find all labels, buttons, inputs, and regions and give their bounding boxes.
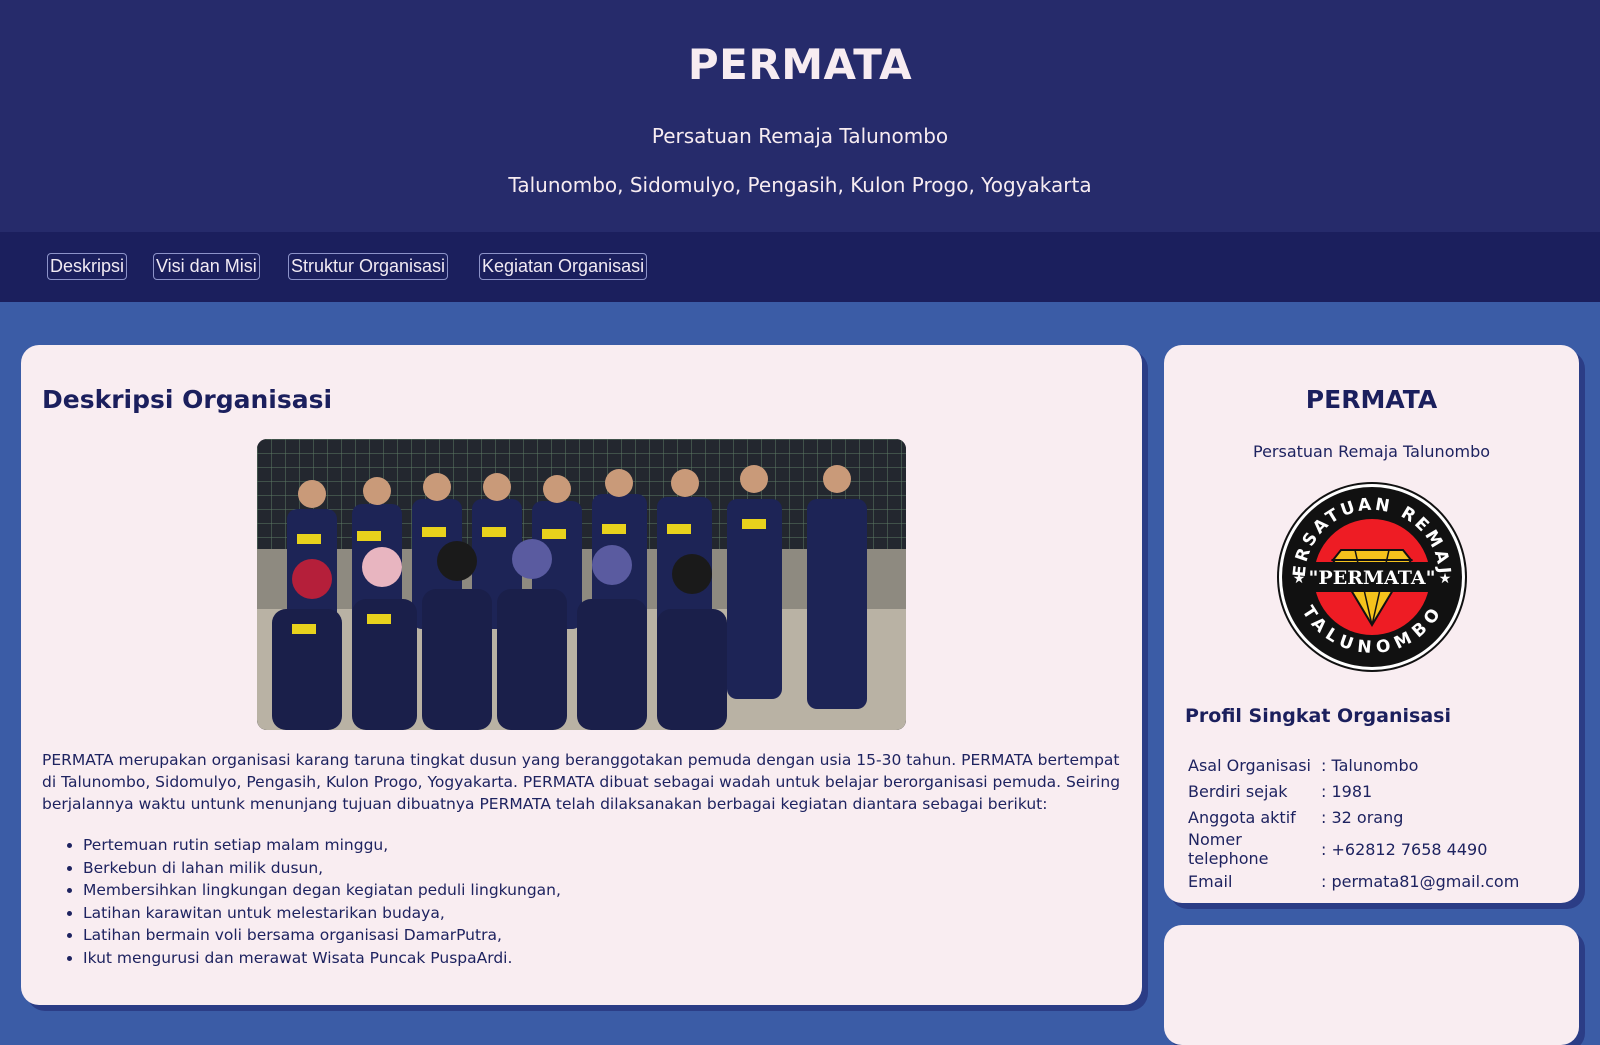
profile-card-title: PERMATA xyxy=(1305,385,1438,414)
profile-value: : 32 orang xyxy=(1321,807,1404,827)
profile-section-title: Profil Singkat Organisasi xyxy=(1185,705,1451,727)
nav-visi-misi-button[interactable]: Visi dan Misi xyxy=(153,253,260,280)
site-header: PERMATA Persatuan Remaja Talunombo Talun… xyxy=(0,0,1600,232)
table-row: Nomer telephone : +62812 7658 4490 xyxy=(1188,830,1519,868)
group-photo xyxy=(257,439,906,730)
list-item: Membersihkan lingkungan degan kegiatan p… xyxy=(83,879,983,902)
list-item: Ikut mengurusi dan merawat Wisata Puncak… xyxy=(83,947,983,970)
profile-key: Berdiri sejak xyxy=(1188,781,1288,801)
list-item: Pertemuan rutin setiap malam minggu, xyxy=(83,834,983,857)
list-item: Latihan bermain voli bersama organisasi … xyxy=(83,924,983,947)
organization-logo: "PERMATA" PERSATUAN REMAJA TALUNOMBO ★ ★ xyxy=(1267,465,1469,674)
profile-table: Asal Organisasi : Talunombo Berdiri seja… xyxy=(1188,752,1519,894)
nav-kegiatan-button[interactable]: Kegiatan Organisasi xyxy=(479,253,648,280)
profile-card: PERMATA Persatuan Remaja Talunombo "PERM… xyxy=(1164,345,1579,903)
logo-center-text: "PERMATA" xyxy=(1309,567,1436,589)
profile-key: Nomer telephone xyxy=(1188,830,1269,868)
table-row: Berdiri sejak : 1981 xyxy=(1188,778,1519,804)
table-row: Email : permata81@gmail.com xyxy=(1188,868,1519,894)
table-row: Anggota aktif : 32 orang xyxy=(1188,804,1519,830)
activities-list: Pertemuan rutin setiap malam minggu, Ber… xyxy=(83,834,983,969)
profile-key: Anggota aktif xyxy=(1188,807,1296,827)
profile-value: : +62812 7658 4490 xyxy=(1321,839,1488,859)
nav-bar: Deskripsi Visi dan Misi Struktur Organis… xyxy=(0,232,1600,302)
profile-key: Email xyxy=(1188,871,1233,891)
nav-struktur-button[interactable]: Struktur Organisasi xyxy=(288,253,449,280)
list-item: Berkebun di lahan milik dusun, xyxy=(83,857,983,880)
description-title: Deskripsi Organisasi xyxy=(42,385,333,414)
profile-key: Asal Organisasi xyxy=(1188,755,1311,775)
star-icon: ★ xyxy=(1439,571,1452,587)
description-card: Deskripsi Organisasi PERMATA merupakan o… xyxy=(21,345,1142,1005)
profile-value: : 1981 xyxy=(1321,781,1373,801)
description-text: PERMATA merupakan organisasi karang taru… xyxy=(42,751,1121,813)
site-address: Talunombo, Sidomulyo, Pengasih, Kulon Pr… xyxy=(508,173,1092,197)
site-title: PERMATA xyxy=(687,40,913,89)
nav-deskripsi-button[interactable]: Deskripsi xyxy=(47,253,128,280)
profile-value: : permata81@gmail.com xyxy=(1321,871,1520,891)
star-icon: ★ xyxy=(1293,571,1306,587)
table-row: Asal Organisasi : Talunombo xyxy=(1188,752,1519,778)
profile-value: : Talunombo xyxy=(1321,755,1419,775)
secondary-card xyxy=(1164,925,1579,1045)
site-subtitle: Persatuan Remaja Talunombo xyxy=(651,124,949,148)
profile-card-subtitle: Persatuan Remaja Talunombo xyxy=(1252,442,1491,461)
list-item: Latihan karawitan untuk melestarikan bud… xyxy=(83,902,983,925)
